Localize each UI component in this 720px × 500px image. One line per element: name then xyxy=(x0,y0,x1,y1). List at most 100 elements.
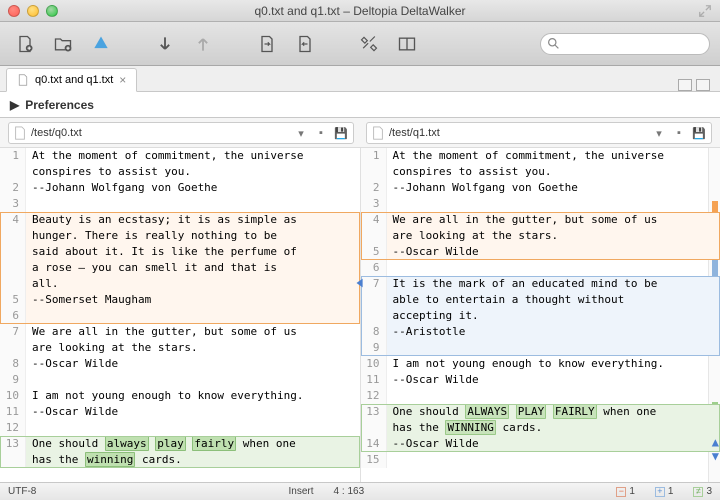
line-text: Beauty is an ecstasy; it is as simple as xyxy=(26,212,360,228)
tab-active[interactable]: q0.txt and q1.txt × xyxy=(6,68,137,92)
line-text: --Oscar Wilde xyxy=(387,244,720,260)
sync-button[interactable] xyxy=(86,30,116,58)
code-line[interactable]: 6 xyxy=(0,308,360,324)
merge-left-arrow-icon[interactable] xyxy=(353,276,367,290)
line-text: I am not young enough to know everything… xyxy=(387,356,720,372)
code-line[interactable]: are looking at the stars. xyxy=(361,228,720,244)
dropdown-icon[interactable]: ▾ xyxy=(651,127,667,140)
line-text: --Aristotle xyxy=(387,324,720,340)
line-number: 4 xyxy=(0,212,26,228)
maximize-pane-button[interactable] xyxy=(696,79,710,91)
code-line[interactable]: hunger. There is really nothing to be xyxy=(0,228,360,244)
code-line[interactable]: has the WINNING cards. xyxy=(361,420,720,436)
code-line[interactable]: 8--Aristotle xyxy=(361,324,720,340)
tab-close-button[interactable]: × xyxy=(119,73,126,87)
code-line[interactable]: 11--Oscar Wilde xyxy=(361,372,720,388)
left-pane[interactable]: 1At the moment of commitment, the univer… xyxy=(0,148,361,482)
code-line[interactable]: 11--Oscar Wilde xyxy=(0,404,360,420)
code-line[interactable]: able to entertain a thought without xyxy=(361,292,720,308)
right-file-selector[interactable]: /test/q1.txt ▾ ▪ 💾 xyxy=(366,122,712,144)
code-line[interactable]: 4We are all in the gutter, but some of u… xyxy=(361,212,720,228)
code-line[interactable]: 4Beauty is an ecstasy; it is as simple a… xyxy=(0,212,360,228)
fullscreen-icon[interactable] xyxy=(698,4,712,18)
prev-diff-button[interactable] xyxy=(150,30,180,58)
document-icon xyxy=(17,74,29,86)
code-line[interactable]: 3 xyxy=(361,196,720,212)
save-right-button[interactable]: 💾 xyxy=(691,127,707,140)
code-line[interactable]: 13One should always play fairly when one xyxy=(0,436,360,452)
left-file-selector[interactable]: /test/q0.txt ▾ ▪ 💾 xyxy=(8,122,354,144)
code-line[interactable]: 5--Somerset Maugham xyxy=(0,292,360,308)
code-line[interactable]: 6 xyxy=(361,260,720,276)
code-line[interactable]: 5--Oscar Wilde xyxy=(361,244,720,260)
layout-button[interactable] xyxy=(392,30,422,58)
preferences-row[interactable]: ▶ Preferences xyxy=(0,92,720,118)
line-number: 2 xyxy=(0,180,26,196)
code-line[interactable]: 7It is the mark of an educated mind to b… xyxy=(361,276,720,292)
dropdown-icon[interactable]: ▾ xyxy=(293,127,309,140)
code-line[interactable]: 9 xyxy=(361,340,720,356)
code-line[interactable]: 10I am not young enough to know everythi… xyxy=(0,388,360,404)
minimize-pane-button[interactable] xyxy=(678,79,692,91)
code-line[interactable]: 2--Johann Wolfgang von Goethe xyxy=(0,180,360,196)
search-input[interactable] xyxy=(540,33,710,55)
code-line[interactable]: 2--Johann Wolfgang von Goethe xyxy=(361,180,720,196)
copy-right-button[interactable] xyxy=(290,30,320,58)
browse-icon[interactable]: ▪ xyxy=(671,127,687,139)
code-line[interactable]: 12 xyxy=(0,420,360,436)
code-line[interactable]: all. xyxy=(0,276,360,292)
code-line[interactable]: 14--Oscar Wilde xyxy=(361,436,720,452)
new-folder-button[interactable] xyxy=(48,30,78,58)
line-number: 3 xyxy=(0,196,26,212)
search-field[interactable] xyxy=(540,33,710,55)
right-pane[interactable]: 1At the moment of commitment, the univer… xyxy=(361,148,720,482)
code-line[interactable]: accepting it. xyxy=(361,308,720,324)
code-line[interactable]: conspires to assist you. xyxy=(361,164,720,180)
minimize-window-button[interactable] xyxy=(27,5,39,17)
line-text: has the WINNING cards. xyxy=(387,420,720,436)
status-bar: UTF-8 Insert 4 : 163 −1 +1 ≠3 xyxy=(0,482,720,500)
code-line[interactable]: 10I am not young enough to know everythi… xyxy=(361,356,720,372)
disclosure-arrow-icon: ▶ xyxy=(10,98,19,112)
line-text: conspires to assist you. xyxy=(26,164,360,180)
code-line[interactable]: conspires to assist you. xyxy=(0,164,360,180)
next-diff-button[interactable] xyxy=(188,30,218,58)
line-number xyxy=(361,164,387,180)
line-text: One should always play fairly when one xyxy=(26,436,360,452)
browse-icon[interactable]: ▪ xyxy=(313,127,329,139)
code-line[interactable]: 1At the moment of commitment, the univer… xyxy=(0,148,360,164)
line-number xyxy=(0,452,26,468)
code-line[interactable]: 9 xyxy=(0,372,360,388)
code-line[interactable]: 8--Oscar Wilde xyxy=(0,356,360,372)
line-text: accepting it. xyxy=(387,308,720,324)
status-changed: ≠3 xyxy=(693,486,712,497)
code-line[interactable]: 13One should ALWAYS PLAY FAIRLY when one xyxy=(361,404,720,420)
code-line[interactable]: 3 xyxy=(0,196,360,212)
code-line[interactable]: 12 xyxy=(361,388,720,404)
line-number: 14 xyxy=(361,436,387,452)
close-window-button[interactable] xyxy=(8,5,20,17)
nav-down-button[interactable]: ▼ xyxy=(712,450,719,462)
code-line[interactable]: are looking at the stars. xyxy=(0,340,360,356)
code-line[interactable]: 15 xyxy=(361,452,720,468)
settings-button[interactable] xyxy=(354,30,384,58)
zoom-window-button[interactable] xyxy=(46,5,58,17)
code-line[interactable]: a rose – you can smell it and that is xyxy=(0,260,360,276)
new-file-button[interactable] xyxy=(10,30,40,58)
save-left-button[interactable]: 💾 xyxy=(333,127,349,140)
line-text: I am not young enough to know everything… xyxy=(26,388,360,404)
line-number: 5 xyxy=(0,292,26,308)
code-line[interactable]: has the winning cards. xyxy=(0,452,360,468)
code-line[interactable]: said about it. It is like the perfume of xyxy=(0,244,360,260)
line-number: 11 xyxy=(0,404,26,420)
code-line[interactable]: 7We are all in the gutter, but some of u… xyxy=(0,324,360,340)
tab-label: q0.txt and q1.txt xyxy=(35,74,113,86)
line-number xyxy=(0,276,26,292)
copy-left-button[interactable] xyxy=(252,30,282,58)
line-text: --Oscar Wilde xyxy=(387,436,720,452)
line-text: are looking at the stars. xyxy=(387,228,720,244)
line-number: 3 xyxy=(361,196,387,212)
code-line[interactable]: 1At the moment of commitment, the univer… xyxy=(361,148,720,164)
nav-up-button[interactable]: ▲ xyxy=(712,436,719,448)
line-text: One should ALWAYS PLAY FAIRLY when one xyxy=(387,404,720,420)
